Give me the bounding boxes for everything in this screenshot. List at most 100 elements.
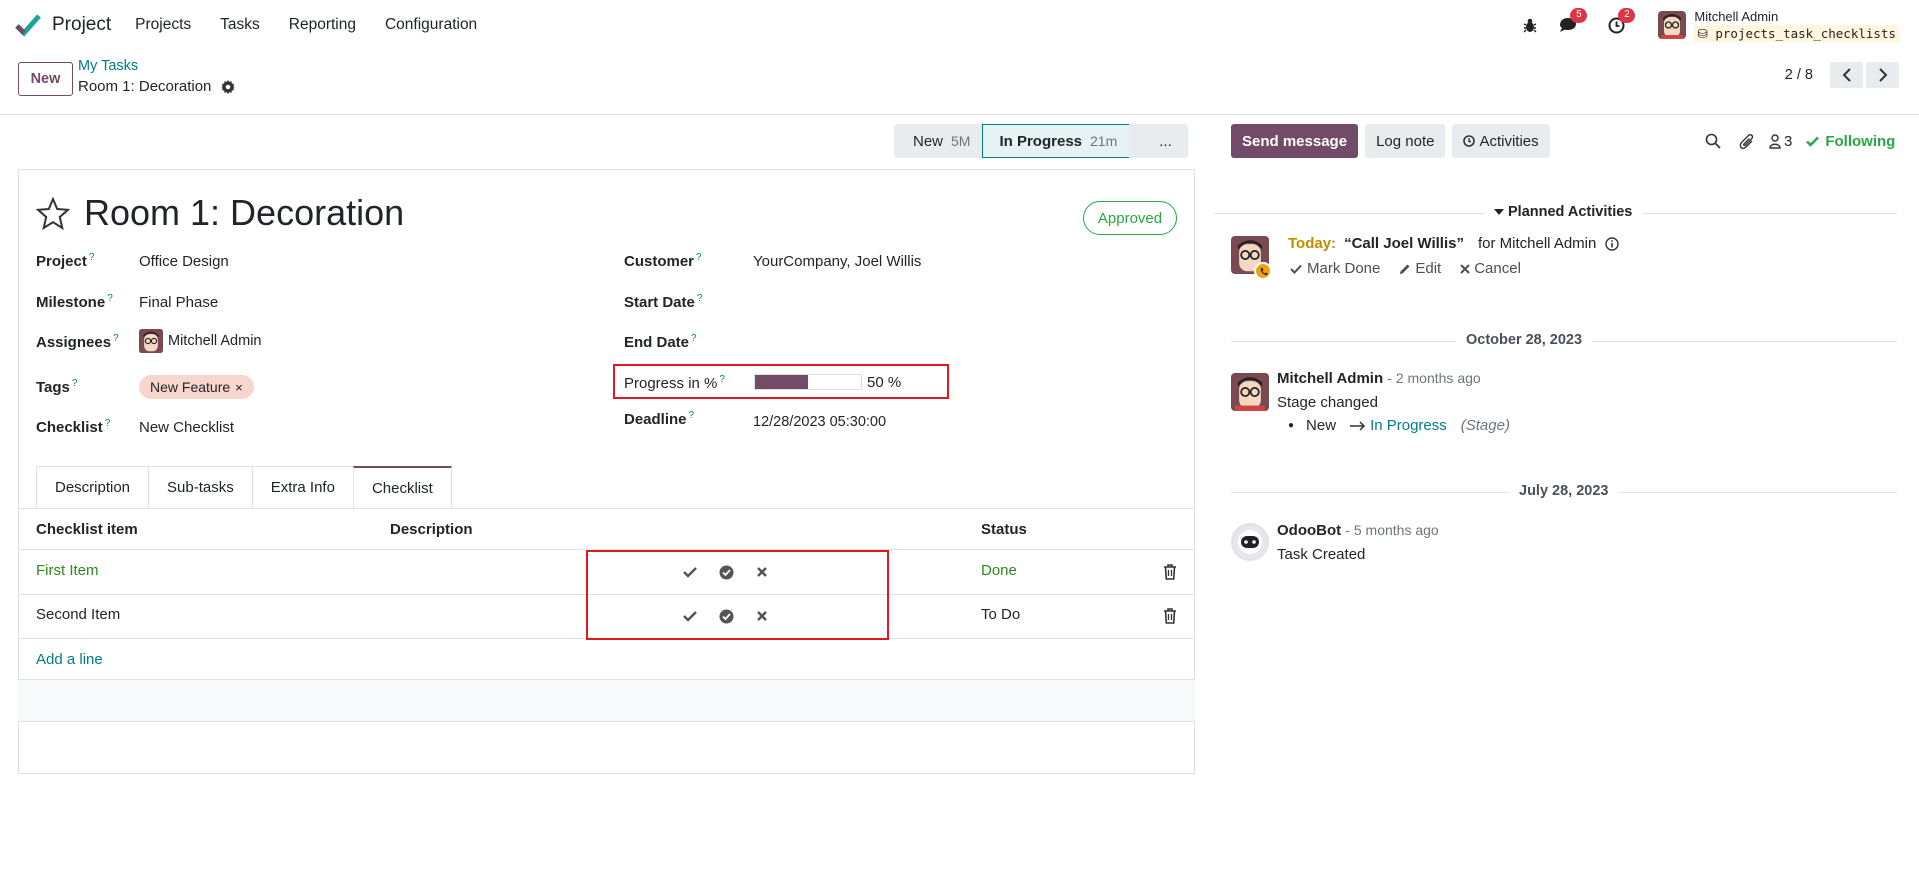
tab-description[interactable]: Description [36, 466, 149, 509]
cancel-link[interactable]: Cancel [1460, 260, 1521, 277]
add-line-link[interactable]: Add a line [36, 651, 103, 668]
help-icon[interactable]: ? [697, 293, 703, 304]
menu-projects[interactable]: Projects [135, 16, 191, 34]
help-icon[interactable]: ? [689, 410, 695, 421]
paperclip-icon[interactable] [1739, 133, 1755, 150]
label-deadline-text: Deadline [624, 411, 687, 428]
message-avatar [1231, 373, 1269, 411]
gear-icon[interactable] [221, 79, 236, 94]
message-time: - 2 months ago [1387, 370, 1481, 386]
systray: 5 2 Mitchell Admin ⛁ projects_task_check… [1520, 0, 1899, 50]
pager: 2 / 8 [1785, 62, 1899, 88]
label-start-date-text: Start Date [624, 294, 695, 311]
stage-in-progress[interactable]: In Progress 21m [982, 124, 1130, 158]
breadcrumb-current-label: Room 1: Decoration [78, 78, 212, 95]
help-icon[interactable]: ? [105, 418, 111, 429]
tab-sub-tasks[interactable]: Sub-tasks [148, 466, 252, 509]
edit-link[interactable]: Edit [1399, 260, 1441, 277]
field-project[interactable]: Office Design [139, 253, 229, 270]
search-icon[interactable] [1705, 133, 1721, 149]
row-item[interactable]: First Item [36, 562, 99, 579]
activity-when: Today: [1288, 235, 1337, 252]
field-end-date[interactable] [753, 334, 1053, 354]
tag-new-feature[interactable]: New Feature × [139, 375, 254, 399]
user-avatar [1658, 11, 1687, 39]
messages-icon[interactable]: 5 [1558, 8, 1588, 35]
activity-assignee: for Mitchell Admin [1477, 235, 1597, 252]
planned-activities-toggle[interactable]: Planned Activities [1484, 204, 1643, 220]
label-checklist-text: Checklist [36, 419, 103, 436]
help-icon[interactable]: ? [691, 333, 697, 344]
field-start-date[interactable] [753, 294, 1053, 314]
project-app-icon[interactable] [14, 11, 42, 39]
empty-row [18, 680, 1195, 721]
star-icon[interactable] [36, 196, 70, 230]
field-customer[interactable]: YourCompany, Joel Willis [753, 253, 921, 270]
field-milestone[interactable]: Final Phase [139, 294, 218, 311]
label-end-date-text: End Date [624, 334, 690, 351]
pager-previous-button[interactable] [1830, 62, 1863, 88]
clock-icon [1463, 135, 1476, 147]
info-icon[interactable] [1605, 236, 1620, 251]
trash-icon[interactable] [1163, 608, 1177, 624]
message-author[interactable]: OdooBot [1277, 522, 1341, 539]
row-item[interactable]: Second Item [36, 606, 120, 623]
field-assignees[interactable]: Mitchell Admin [139, 329, 261, 353]
message-time: - 5 months ago [1345, 522, 1439, 538]
column-description[interactable]: Description [390, 521, 473, 538]
odoobot-avatar [1231, 523, 1269, 561]
assignee-avatar [139, 329, 163, 353]
menu-reporting[interactable]: Reporting [289, 16, 356, 34]
help-icon[interactable]: ? [696, 252, 702, 263]
help-icon[interactable]: ? [113, 333, 119, 344]
followers-button[interactable]: 3 [1769, 133, 1792, 150]
pager-value[interactable]: 2 / 8 [1785, 67, 1813, 83]
field-deadline[interactable]: 12/28/2023 05:30:00 [753, 414, 886, 430]
field-checklist[interactable]: New Checklist [139, 419, 234, 436]
mark-done-link[interactable]: Mark Done [1290, 260, 1380, 277]
stage-in-progress-duration: 21m [1090, 133, 1118, 149]
pager-next-button[interactable] [1866, 62, 1899, 88]
activities-clock-icon[interactable]: 2 [1606, 8, 1636, 35]
activity-summary: “Call Joel Willis” [1344, 235, 1464, 252]
following-label: Following [1825, 132, 1896, 150]
stage-more-button[interactable]: ... [1129, 124, 1188, 158]
chatter-tools: 3 Following [1705, 130, 1895, 152]
task-title[interactable]: Room 1: Decoration [84, 192, 404, 234]
tab-extra-info[interactable]: Extra Info [251, 466, 353, 509]
tab-checklist[interactable]: Checklist [352, 466, 452, 509]
breadcrumb-my-tasks[interactable]: My Tasks [78, 58, 138, 74]
new-button[interactable]: New [18, 62, 73, 96]
menu-configuration[interactable]: Configuration [385, 16, 477, 34]
column-status[interactable]: Status [981, 521, 1027, 538]
followers-count: 3 [1784, 132, 1793, 150]
database-icon: ⛁ [1697, 26, 1708, 41]
following-button[interactable]: Following [1806, 133, 1895, 150]
tag-remove-icon[interactable]: × [235, 380, 243, 395]
trash-icon[interactable] [1163, 564, 1177, 580]
pencil-icon [1400, 264, 1410, 274]
log-note-button[interactable]: Log note [1365, 124, 1446, 158]
planned-activities-title: Planned Activities [1508, 204, 1633, 220]
label-assignees-text: Assignees [36, 334, 112, 351]
check-icon [1290, 264, 1302, 274]
message-author[interactable]: Mitchell Admin [1277, 370, 1383, 387]
menu-tasks[interactable]: Tasks [220, 16, 260, 34]
row-status: To Do [981, 606, 1021, 623]
app-name[interactable]: Project [52, 14, 111, 36]
stage-new[interactable]: New 5M [894, 124, 985, 158]
help-icon[interactable]: ? [89, 252, 95, 263]
main-navbar: Project Projects Tasks Reporting Configu… [0, 0, 1919, 50]
activity-actions: Mark Done Edit Cancel [1290, 260, 1521, 277]
help-icon[interactable]: ? [72, 378, 78, 389]
help-icon[interactable]: ? [107, 293, 113, 304]
row-status: Done [981, 562, 1017, 579]
activities-button[interactable]: Activities [1452, 124, 1550, 158]
approved-badge: Approved [1083, 201, 1177, 235]
user-menu[interactable]: Mitchell Admin ⛁ projects_task_checklist… [1658, 8, 1899, 42]
stage-new-duration: 5M [951, 133, 971, 149]
bug-icon[interactable] [1520, 15, 1540, 35]
column-checklist-item[interactable]: Checklist item [36, 521, 138, 538]
label-checklist: Checklist? [36, 418, 110, 436]
send-message-button[interactable]: Send message [1231, 124, 1359, 158]
